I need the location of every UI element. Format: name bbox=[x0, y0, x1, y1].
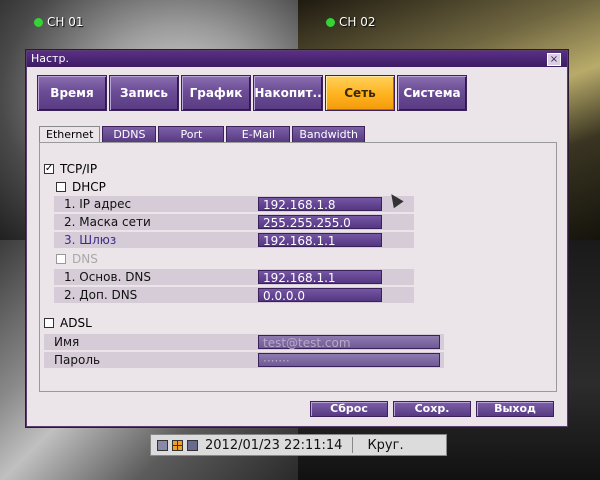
gateway-row: 3. Шлюз 192.168.1.1 bbox=[54, 232, 414, 248]
ip-address-row: 1. IP адрес 192.168.1.8 bbox=[54, 196, 414, 212]
tab-email[interactable]: E-Mail bbox=[226, 126, 291, 142]
camera-name: CH 02 bbox=[339, 15, 376, 29]
dns-checkbox[interactable] bbox=[56, 254, 66, 264]
tab-port[interactable]: Port bbox=[158, 126, 225, 142]
multi-view-icon[interactable] bbox=[187, 439, 198, 451]
dns-label: DNS bbox=[72, 252, 98, 266]
gateway-label: 3. Шлюз bbox=[64, 233, 117, 247]
adsl-option[interactable]: ADSL bbox=[44, 316, 92, 330]
dhcp-option[interactable]: DHCP bbox=[56, 180, 106, 194]
menu-tab-schedule[interactable]: График bbox=[181, 75, 251, 111]
adsl-label: ADSL bbox=[60, 316, 92, 330]
adsl-password-label: Пароль bbox=[54, 353, 101, 367]
tcpip-checkbox[interactable]: ✓ bbox=[44, 164, 54, 174]
dhcp-checkbox[interactable] bbox=[56, 182, 66, 192]
menu-tab-network[interactable]: Сеть bbox=[325, 75, 395, 111]
dhcp-label: DHCP bbox=[72, 180, 106, 194]
single-view-icon[interactable] bbox=[157, 439, 168, 451]
secondary-dns-label: 2. Доп. DNS bbox=[64, 288, 138, 302]
adsl-password-field[interactable]: ······· bbox=[258, 353, 440, 368]
adsl-password-row: Пароль ······· bbox=[44, 352, 444, 368]
status-dot-icon bbox=[34, 17, 43, 27]
menu-tab-record[interactable]: Запись bbox=[109, 75, 179, 111]
divider bbox=[352, 437, 354, 453]
ethernet-panel: ✓ TCP/IP DHCP 1. IP адрес 192.168.1.8 2.… bbox=[39, 142, 557, 392]
menu-tab-system[interactable]: Система bbox=[397, 75, 467, 111]
dialog-title: Настр. bbox=[31, 52, 69, 65]
primary-dns-field[interactable]: 192.168.1.1 bbox=[258, 270, 382, 285]
tab-bandwidth[interactable]: Bandwidth bbox=[292, 126, 365, 142]
sequence-mode[interactable]: Круг. bbox=[367, 438, 403, 453]
primary-dns-row: 1. Основ. DNS 192.168.1.1 bbox=[54, 269, 414, 285]
camera-label-ch01: CH 01 bbox=[34, 15, 84, 29]
datetime-display: 2012/01/23 22:11:14 bbox=[205, 437, 343, 453]
secondary-dns-row: 2. Доп. DNS 0.0.0.0 bbox=[54, 287, 414, 303]
camera-name: CH 01 bbox=[47, 15, 84, 29]
adsl-name-label: Имя bbox=[54, 335, 80, 349]
adsl-checkbox[interactable] bbox=[44, 318, 54, 328]
save-button[interactable]: Сохр. bbox=[393, 401, 471, 417]
subnet-mask-field[interactable]: 255.255.255.0 bbox=[258, 215, 382, 230]
tab-ethernet[interactable]: Ethernet bbox=[39, 126, 101, 143]
settings-dialog: Настр. × Время Запись График Накопит.. С… bbox=[26, 50, 568, 427]
adsl-name-row: Имя test@test.com bbox=[44, 334, 444, 350]
dns-option[interactable]: DNS bbox=[56, 252, 98, 266]
tcpip-label: TCP/IP bbox=[60, 162, 98, 176]
status-dot-icon bbox=[326, 17, 335, 27]
ip-address-field[interactable]: 192.168.1.8 bbox=[258, 197, 382, 212]
status-bar: 2012/01/23 22:11:14 Круг. bbox=[150, 434, 447, 456]
subnet-mask-label: 2. Маска сети bbox=[64, 215, 151, 229]
sub-tabs: Ethernet DDNS Port E-Mail Bandwidth bbox=[39, 126, 367, 143]
ip-address-label: 1. IP адрес bbox=[64, 197, 132, 211]
exit-button[interactable]: Выход bbox=[476, 401, 554, 417]
tcpip-option[interactable]: ✓ TCP/IP bbox=[44, 162, 97, 176]
menu-tabs: Время Запись График Накопит.. Сеть Систе… bbox=[37, 75, 467, 111]
menu-tab-time[interactable]: Время bbox=[37, 75, 107, 111]
adsl-name-field[interactable]: test@test.com bbox=[258, 335, 440, 350]
gateway-field[interactable]: 192.168.1.1 bbox=[258, 233, 382, 248]
reset-button[interactable]: Сброс bbox=[310, 401, 388, 417]
menu-tab-storage[interactable]: Накопит.. bbox=[253, 75, 323, 111]
primary-dns-label: 1. Основ. DNS bbox=[64, 270, 152, 284]
tab-ddns[interactable]: DDNS bbox=[102, 126, 157, 142]
quad-view-icon[interactable] bbox=[172, 439, 183, 451]
dialog-titlebar: Настр. × bbox=[27, 51, 567, 67]
subnet-mask-row: 2. Маска сети 255.255.255.0 bbox=[54, 214, 414, 230]
secondary-dns-field[interactable]: 0.0.0.0 bbox=[258, 288, 382, 303]
close-button[interactable]: × bbox=[547, 53, 561, 66]
camera-label-ch02: CH 02 bbox=[326, 15, 376, 29]
